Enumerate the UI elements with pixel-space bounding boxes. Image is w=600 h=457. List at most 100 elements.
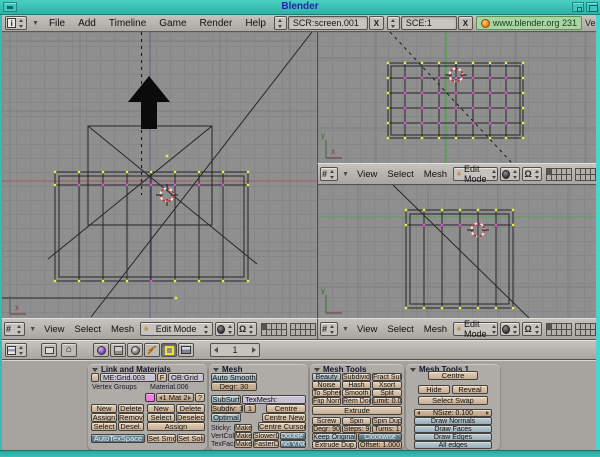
screen-browse-button[interactable] [274,16,287,30]
hide-button[interactable]: Hide [418,385,450,394]
menu-mesh[interactable]: Mesh [420,324,451,335]
viewport-canvas-top[interactable]: y x [318,32,596,163]
select-swap-button[interactable]: Select Swap [418,396,488,405]
script-buttons-tab[interactable] [110,343,126,357]
auto-smooth-toggle[interactable]: Auto Smooth [211,373,257,382]
nsize-stepper[interactable]: NSize: 0.100 [414,409,492,417]
split-button[interactable]: Split [372,389,402,397]
pivot-dropdown[interactable] [237,322,257,336]
double-sided-toggle[interactable]: Double Sided [280,432,306,440]
draw-edges-toggle[interactable]: Draw Edges [414,433,492,441]
mesh-name-field[interactable]: ME:Grid.003 [100,373,156,382]
vgroup-deselect-button[interactable]: Desel. [118,422,144,431]
scene-browse-button[interactable] [387,16,400,30]
menu-view[interactable]: View [353,324,381,335]
centre-button[interactable]: Centre [266,404,306,413]
hash-button[interactable]: Hash [342,381,371,389]
slower-draw-button[interactable]: SlowerDraw [253,432,279,440]
vertcol-make-button[interactable]: Make [234,432,252,440]
menu-render[interactable]: Render [195,18,238,29]
degr-stepper[interactable]: Degr: 30 [211,382,257,391]
viewport-canvas-front[interactable]: x [2,32,317,318]
set-smooth-button[interactable]: Set Smooth [147,434,176,443]
info-window-type-dropdown[interactable] [5,16,27,30]
layer-buttons[interactable] [546,168,596,180]
vgroup-select-button[interactable]: Select [91,422,117,431]
layer-buttons[interactable] [261,323,315,335]
autotexspace-toggle[interactable]: AutoTexSpace [91,434,145,443]
offset-stepper[interactable]: Offset: 1.000 [358,441,402,449]
optimal-toggle[interactable]: Optimal [211,413,241,422]
vgroup-delete-button[interactable]: Delete [118,404,144,413]
mode-dropdown[interactable]: Edit Mode [453,167,498,181]
viewport-type-dropdown[interactable] [320,322,338,336]
menu-view[interactable]: View [40,324,68,335]
menu-select[interactable]: Select [71,324,105,335]
limit-stepper[interactable]: Limit: 0.001 [372,397,402,405]
object-buttons-tab[interactable] [144,343,160,357]
faster-draw-button[interactable]: FasterDraw [253,440,279,448]
to-sphere-button[interactable]: To Sphere [312,389,341,397]
smooth-button[interactable]: Smooth [342,389,371,397]
flip-normals-button[interactable]: Flip Norm [312,397,341,405]
set-solid-button[interactable]: Set Solid [177,434,205,443]
texmesh-field[interactable]: TexMesh: [242,395,306,404]
fake-user-button[interactable]: F [157,373,167,382]
layer-buttons[interactable] [546,323,596,335]
layer-button[interactable] [310,329,316,336]
window-titlebar[interactable]: Blender [0,0,600,15]
buttons-window-type-dropdown[interactable] [5,343,27,357]
centre-new-button[interactable]: Centre New [262,413,306,422]
scene-name-field[interactable]: SCE:1 [401,16,457,30]
header-collapse-icon[interactable] [30,20,41,27]
all-edges-toggle[interactable]: All edges [414,441,492,449]
pivot-dropdown[interactable] [522,167,542,181]
shading-buttons-tab[interactable] [127,343,143,357]
extrude-dup-button[interactable]: Extrude Dup [312,441,357,449]
degr-stepper[interactable]: Degr: 90 [312,425,341,433]
mesh-browse-button[interactable] [91,373,99,382]
viewport-3d-side[interactable]: y [317,185,596,318]
material-index-stepper[interactable]: 1 Mat 2 [156,393,194,402]
window-frame-right[interactable] [596,15,600,450]
layer-button[interactable] [281,329,287,336]
spin-button[interactable]: Spin [342,417,371,425]
menu-add[interactable]: Add [73,18,101,29]
xsort-button[interactable]: Xsort [372,381,402,389]
draw-mode-dropdown[interactable] [500,322,520,336]
object-name-field[interactable]: OB:Grid [168,373,204,382]
beauty-toggle[interactable]: Beauty [312,373,341,381]
material-color-swatch[interactable] [145,393,155,402]
frame-prev-icon[interactable] [214,347,218,353]
keep-original-toggle[interactable]: Keep Original [312,433,357,441]
layer-button[interactable] [566,329,572,336]
minimize-button[interactable] [572,2,584,12]
vgroup-new-button[interactable]: New [91,404,117,413]
vgroup-remove-button[interactable]: Remove [118,413,144,422]
editing-buttons-tab[interactable] [161,343,177,357]
mode-dropdown[interactable]: Edit Mode [453,322,498,336]
viewport-type-dropdown[interactable] [4,322,25,336]
material-select-button[interactable]: Select [147,413,175,422]
maximize-button[interactable] [586,2,598,12]
menu-view[interactable]: View [353,169,381,180]
header-collapse-icon[interactable] [27,326,38,333]
menu-select[interactable]: Select [383,169,417,180]
menu-mesh[interactable]: Mesh [107,324,138,335]
menu-game[interactable]: Game [154,18,191,29]
sticky-make-button[interactable]: Make [234,424,252,432]
draw-mode-dropdown[interactable] [500,167,520,181]
scene-buttons-tab[interactable] [178,343,194,357]
viewport-canvas-side[interactable]: y [318,185,596,318]
menu-mesh[interactable]: Mesh [420,169,451,180]
viewport-3d-front[interactable]: x [2,32,317,318]
centre-cursor-button[interactable]: Centre Cursor [258,422,306,431]
clockwise-toggle[interactable]: Clockwise [358,433,402,441]
draw-mode-dropdown[interactable] [215,322,235,336]
texface-make-button[interactable]: Make [234,440,252,448]
draw-normals-toggle[interactable]: Draw Normals [414,417,492,425]
extrude-button[interactable]: Extrude [312,406,402,415]
screen-name-field[interactable]: SCR:screen.001 [288,16,368,30]
subdiv-stepper[interactable]: Subdiv: 1 [211,404,243,413]
menu-help[interactable]: Help [240,18,271,29]
